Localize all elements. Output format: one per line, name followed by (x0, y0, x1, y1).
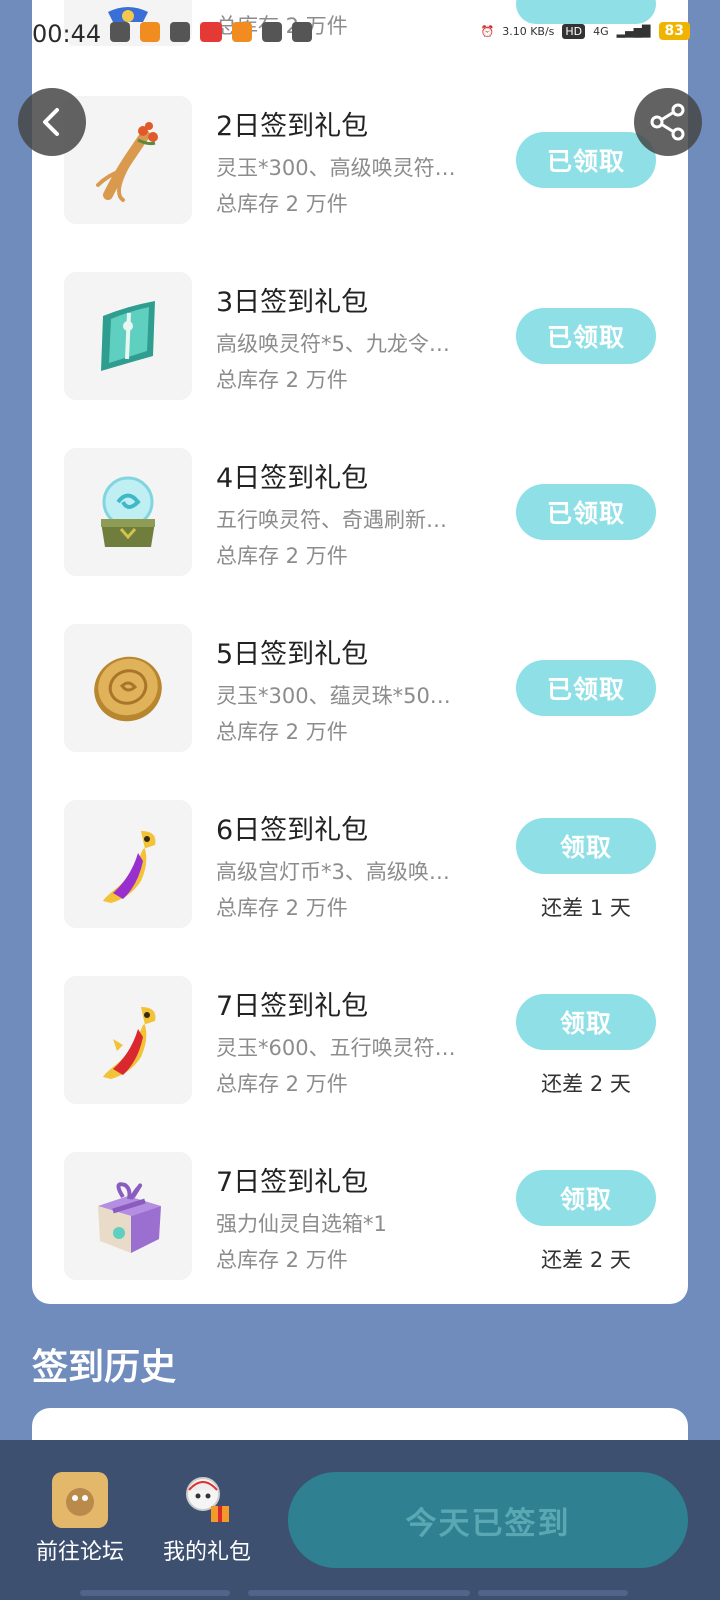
gift-thumbnail (64, 800, 192, 928)
gift-stock: 总库存 2 万件 (216, 1072, 348, 1096)
forum-label: 前往论坛 (35, 1540, 124, 1565)
gift-desc: 强力仙灵自选箱*1 (216, 1212, 387, 1236)
gift-desc: 灵玉*600、五行唤灵符… (216, 1036, 456, 1060)
share-icon (650, 103, 685, 141)
talisman-icon (101, 301, 155, 371)
gift-box-icon (98, 1182, 161, 1253)
gift-desc: 五行唤灵符、奇遇刷新… (216, 508, 447, 532)
gift-stock: 总库存 2 万件 (216, 368, 348, 392)
gift-stock: 总库存 2 万件 (216, 1248, 348, 1272)
gift-row: 3日签到礼包 高级唤灵符*5、九龙令… 总库存 2 万件 已领取 (32, 272, 688, 400)
chevron-left-icon (43, 108, 59, 136)
avatar-gift-icon (179, 1472, 235, 1528)
gift-stock: 总库存 2 万件 (216, 896, 348, 920)
gift-stock: 总库存 2 万件 (216, 720, 348, 744)
net-speed: 3.10 KB/s (502, 24, 555, 38)
forum-icon (52, 1472, 108, 1528)
my-gifts-label: 我的礼包 (162, 1540, 251, 1565)
nav-indicator (478, 1590, 628, 1596)
gift-thumbnail (64, 1152, 192, 1280)
bottom-bar: 前往论坛 我的礼包 今天已签到 (0, 1440, 720, 1600)
days-remaining: 还差 1 天 (541, 896, 631, 920)
purple-ruyi-icon (103, 831, 156, 903)
gift-stock: 总库存 2 万件 (216, 192, 348, 216)
share-button[interactable] (634, 88, 702, 156)
status-time: 00:44 (32, 20, 102, 48)
gift-thumbnail (64, 976, 192, 1104)
gift-desc: 灵玉*300、高级唤灵符… (216, 156, 456, 180)
gift-thumbnail (64, 624, 192, 752)
gift-row: 7日签到礼包 强力仙灵自选箱*1 总库存 2 万件 领取 还差 2 天 (32, 1152, 688, 1280)
back-button[interactable] (18, 88, 86, 156)
system-icons: ⏰ 3.10 KB/s HD 4G ▂▄▆█ 83 (480, 22, 690, 40)
sync-icon (292, 22, 312, 42)
signal-icon: ▂▄▆█ (616, 24, 651, 38)
claimed-button[interactable]: 已领取 (516, 660, 656, 716)
nav-indicator (80, 1590, 230, 1596)
gift-title: 7日签到礼包 (216, 991, 369, 1022)
gift-row: 2日签到礼包 灵玉*300、高级唤灵符… 总库存 2 万件 已领取 (32, 96, 688, 224)
gift-title: 2日签到礼包 (216, 111, 369, 142)
gift-desc: 灵玉*300、蕴灵珠*50… (216, 684, 451, 708)
gift-title: 5日签到礼包 (216, 639, 369, 670)
game-app-icon (232, 22, 252, 42)
gift-row: 6日签到礼包 高级宫灯币*3、高级唤… 总库存 2 万件 领取 还差 1 天 (32, 800, 688, 928)
my-gifts-link[interactable]: 我的礼包 (152, 1472, 262, 1566)
wechat-icon (110, 22, 130, 42)
history-title: 签到历史 (32, 1347, 177, 1388)
battery-level: 83 (658, 22, 690, 40)
gift-desc: 高级唤灵符*5、九龙令… (216, 332, 450, 356)
days-remaining: 还差 2 天 (541, 1072, 631, 1096)
days-remaining: 还差 2 天 (541, 1248, 631, 1272)
gift-row: 4日签到礼包 五行唤灵符、奇遇刷新… 总库存 2 万件 已领取 (32, 448, 688, 576)
notification-icons (110, 22, 312, 42)
claim-button[interactable]: 领取 (516, 818, 656, 874)
claim-button[interactable]: 领取 (516, 1170, 656, 1226)
status-bar: 00:44 ⏰ 3.10 KB/s HD 4G ▂▄▆█ 83 (0, 0, 720, 70)
app-icon (262, 22, 282, 42)
gift-desc: 高级宫灯币*3、高级唤… (216, 860, 450, 884)
hd-badge: HD (562, 23, 586, 39)
claimed-button[interactable]: 已领取 (516, 132, 656, 188)
red-ruyi-icon (103, 1007, 156, 1079)
gift-row: 5日签到礼包 灵玉*300、蕴灵珠*50… 总库存 2 万件 已领取 (32, 624, 688, 752)
gift-row: 7日签到礼包 灵玉*600、五行唤灵符… 总库存 2 万件 领取 还差 2 天 (32, 976, 688, 1104)
weibo-icon (170, 22, 190, 42)
signed-in-button[interactable]: 今天已签到 (288, 1472, 688, 1568)
gift-thumbnail (64, 448, 192, 576)
alarm-icon: ⏰ (480, 24, 495, 38)
gift-title: 7日签到礼包 (216, 1167, 369, 1198)
ginseng-icon (96, 122, 158, 202)
claimed-button[interactable]: 已领取 (516, 308, 656, 364)
claim-button[interactable]: 领取 (516, 994, 656, 1050)
gift-title: 3日签到礼包 (216, 287, 369, 318)
app-notification-icon (140, 22, 160, 42)
gift-title: 4日签到礼包 (216, 463, 369, 494)
nav-indicator (248, 1590, 470, 1596)
claimed-button[interactable]: 已领取 (516, 484, 656, 540)
gold-coin-icon (94, 656, 162, 722)
forum-link[interactable]: 前往论坛 (25, 1472, 135, 1566)
gift-title: 6日签到礼包 (216, 815, 369, 846)
network-type: 4G (593, 24, 609, 38)
gift-stock: 总库存 2 万件 (216, 544, 348, 568)
gift-thumbnail (64, 272, 192, 400)
xiaohongshu-icon (200, 22, 222, 42)
crystal-orb-icon (101, 476, 155, 547)
gift-list-card: 总库存 2 万件 2日签到礼包 灵玉*300、高级唤灵符… 总库存 2 万件 已… (32, 0, 688, 1304)
